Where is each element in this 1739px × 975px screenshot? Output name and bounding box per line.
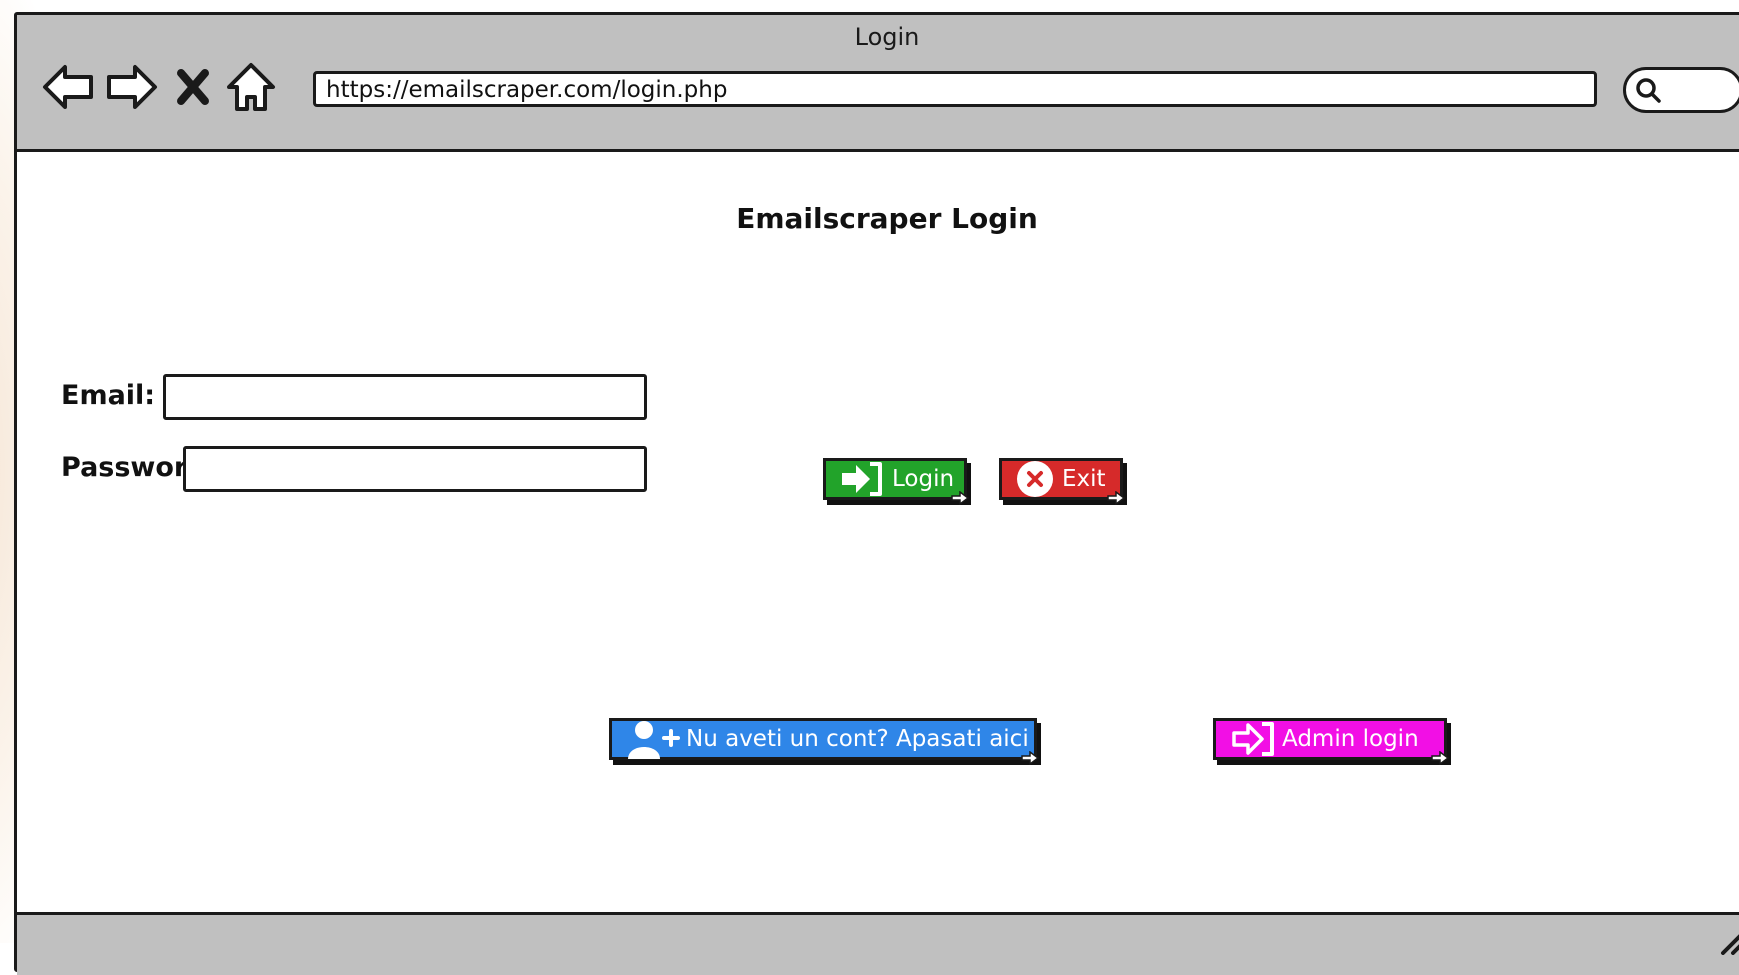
page-content: Emailscraper Login Email: Password: Logi…: [17, 152, 1739, 912]
password-field[interactable]: [183, 446, 647, 492]
exit-button-label: Exit: [1062, 466, 1106, 492]
search-field[interactable]: [1623, 67, 1739, 113]
arrow-right-icon: [107, 65, 157, 109]
forward-button[interactable]: [103, 59, 159, 115]
browser-window: Login https://emailscraper.com/login.php: [14, 12, 1739, 975]
link-arrow-icon: [950, 491, 970, 505]
browser-toolbar: Login https://emailscraper.com/login.php: [17, 15, 1739, 152]
admin-login-button[interactable]: Admin login: [1213, 718, 1450, 765]
link-arrow-icon: [1106, 491, 1126, 505]
arrow-left-icon: [43, 65, 93, 109]
close-icon: [177, 69, 209, 105]
login-button-label: Login: [892, 466, 955, 492]
sign-in-icon: [1232, 720, 1276, 758]
login-button[interactable]: Login: [823, 458, 970, 505]
address-bar[interactable]: https://emailscraper.com/login.php: [313, 71, 1597, 107]
search-icon: [1636, 78, 1661, 103]
email-field[interactable]: [163, 374, 647, 420]
admin-login-button-label: Admin login: [1282, 726, 1419, 752]
resize-grip-icon[interactable]: [1717, 929, 1739, 955]
window-title: Login: [854, 23, 920, 51]
close-circle-icon: [1016, 460, 1054, 498]
link-arrow-icon: [1020, 751, 1040, 765]
home-button[interactable]: [223, 59, 279, 115]
exit-button[interactable]: Exit: [999, 458, 1126, 505]
register-button[interactable]: Nu aveti un cont? Apasati aici: [609, 718, 1040, 765]
add-user-icon: [628, 719, 680, 759]
register-button-label: Nu aveti un cont? Apasati aici: [686, 726, 1029, 752]
login-arrow-icon: [840, 460, 884, 498]
link-arrow-icon: [1430, 751, 1450, 765]
home-icon: [227, 63, 275, 111]
stop-button[interactable]: [165, 59, 221, 115]
page-title: Emailscraper Login: [736, 202, 1038, 235]
status-bar: [17, 912, 1739, 975]
back-button[interactable]: [41, 59, 97, 115]
email-label: Email:: [61, 380, 156, 411]
